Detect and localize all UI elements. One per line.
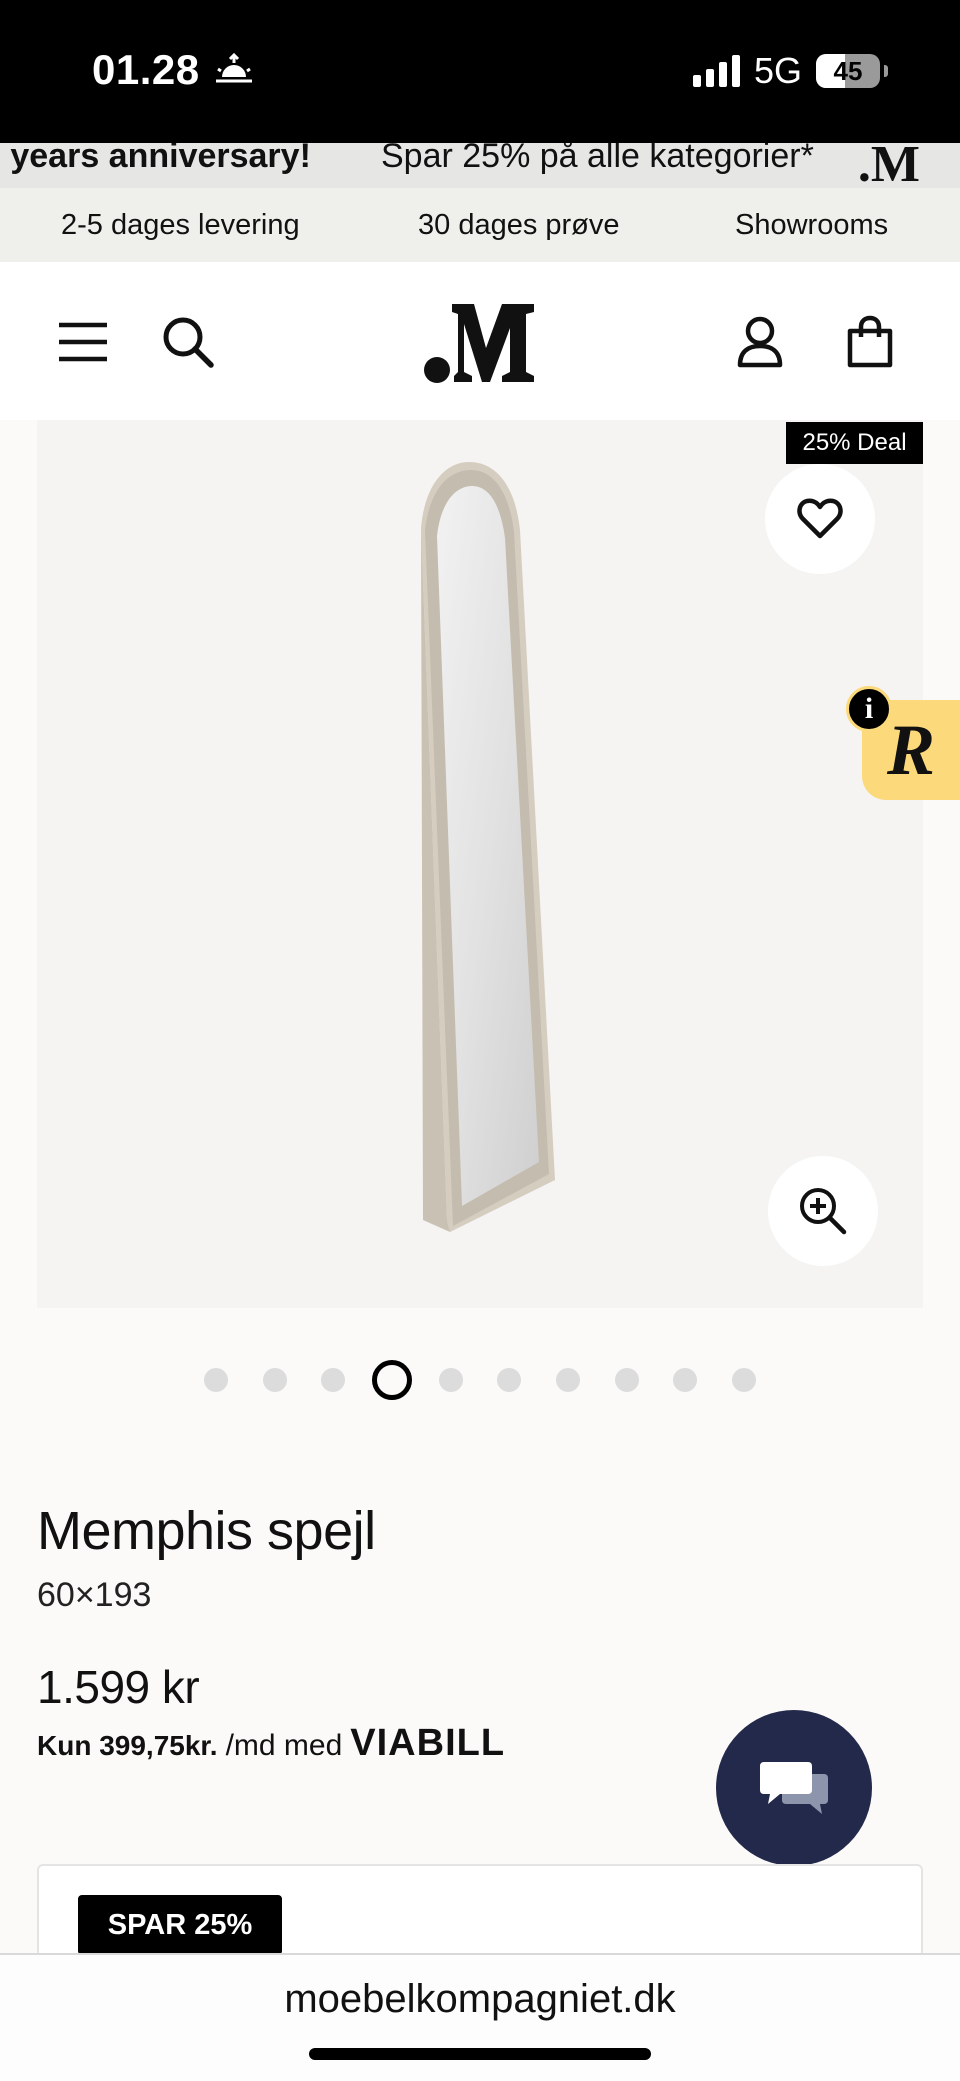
usp-showrooms[interactable]: Showrooms bbox=[735, 209, 888, 242]
product-title: Memphis spejl bbox=[37, 1501, 376, 1561]
status-bar: 01.28 5G 45 bbox=[0, 0, 960, 143]
site-header bbox=[0, 262, 960, 420]
account-icon[interactable] bbox=[732, 314, 788, 370]
bag-icon[interactable] bbox=[842, 314, 898, 370]
promo-anniversary: 0 years anniversary! bbox=[0, 143, 311, 175]
pagination-dot[interactable] bbox=[673, 1368, 697, 1392]
usp-trial[interactable]: 30 dages prøve bbox=[418, 209, 620, 242]
discount-badge: SPAR 25% bbox=[78, 1895, 282, 1955]
financing-info[interactable]: Kun 399,75kr. /md med VIABILL bbox=[37, 1722, 505, 1765]
pagination-dot[interactable] bbox=[321, 1368, 345, 1392]
pagination-dot[interactable] bbox=[439, 1368, 463, 1392]
search-icon[interactable] bbox=[160, 314, 216, 370]
chat-icon bbox=[760, 1762, 828, 1814]
time-text: 01.28 bbox=[92, 46, 200, 93]
home-indicator[interactable] bbox=[309, 2048, 651, 2060]
usp-delivery[interactable]: 2-5 dages levering bbox=[61, 209, 300, 242]
deal-badge: 25% Deal bbox=[786, 422, 923, 464]
sunrise-icon bbox=[215, 53, 252, 83]
chat-button[interactable] bbox=[716, 1710, 872, 1866]
status-time: 01.28 bbox=[92, 46, 256, 94]
pagination-dot-active[interactable] bbox=[372, 1360, 412, 1400]
financing-text: /md med bbox=[225, 1729, 343, 1762]
gallery-pagination bbox=[0, 1360, 960, 1400]
menu-icon[interactable] bbox=[55, 314, 111, 370]
heart-icon bbox=[797, 498, 843, 539]
zoom-button[interactable] bbox=[768, 1156, 878, 1266]
reviews-widget-logo: R bbox=[886, 709, 936, 790]
promo-logo: .M bbox=[857, 143, 920, 188]
product-size: 60×193 bbox=[37, 1576, 152, 1614]
financing-amount: Kun 399,75kr. bbox=[37, 1730, 218, 1761]
browser-address-bar[interactable]: moebelkompagniet.dk bbox=[0, 1953, 960, 2081]
pagination-dot[interactable] bbox=[556, 1368, 580, 1392]
signal-icon bbox=[692, 55, 740, 87]
url-text[interactable]: moebelkompagniet.dk bbox=[0, 1977, 960, 2022]
status-right: 5G 45 bbox=[692, 50, 888, 92]
viabill-logo: VIABILL bbox=[350, 1722, 506, 1764]
promo-banner[interactable]: 0 years anniversary! Spar 25% på alle ka… bbox=[0, 143, 960, 188]
pagination-dot[interactable] bbox=[263, 1368, 287, 1392]
pagination-dot[interactable] bbox=[204, 1368, 228, 1392]
promo-discount: Spar 25% på alle kategorier* bbox=[381, 143, 814, 175]
pagination-dot[interactable] bbox=[497, 1368, 521, 1392]
network-label: 5G bbox=[753, 50, 802, 91]
wishlist-button[interactable] bbox=[765, 464, 875, 574]
battery-label: 45 bbox=[833, 55, 863, 86]
product-price: 1.599 kr bbox=[37, 1661, 200, 1713]
pagination-dot[interactable] bbox=[615, 1368, 639, 1392]
brand-logo[interactable] bbox=[420, 290, 540, 390]
pagination-dot[interactable] bbox=[732, 1368, 756, 1392]
usp-bar: 2-5 dages levering 30 dages prøve Showro… bbox=[0, 188, 960, 262]
zoom-in-icon bbox=[800, 1188, 847, 1235]
battery-icon: 45 bbox=[816, 54, 888, 88]
info-icon[interactable]: i bbox=[846, 686, 892, 732]
